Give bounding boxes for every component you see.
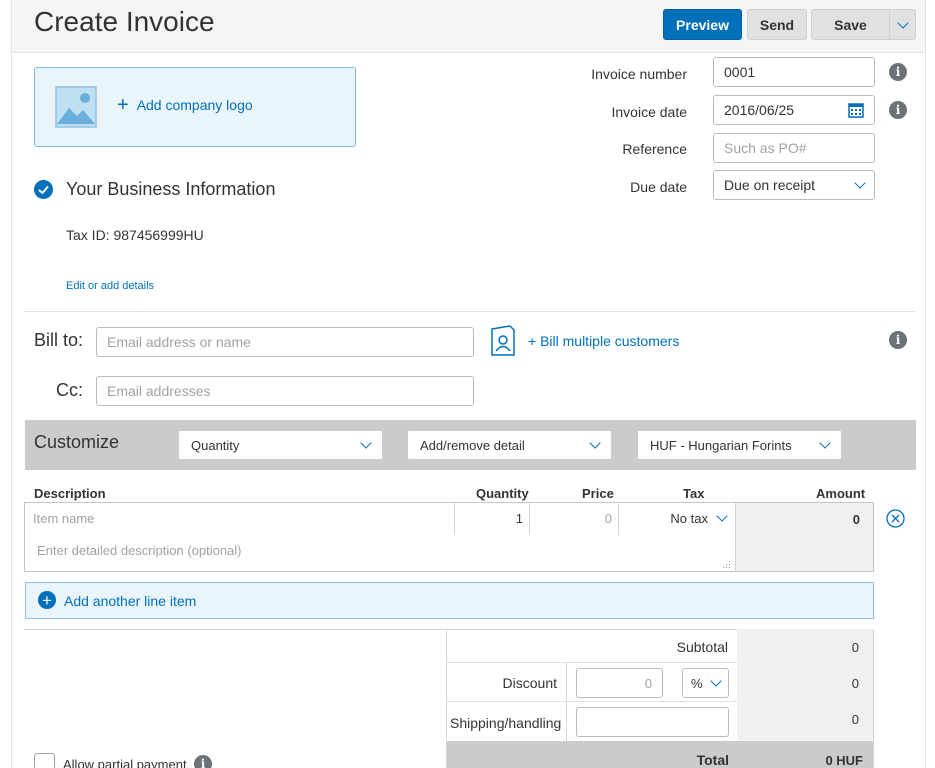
item-quantity-input[interactable]: 1 bbox=[455, 511, 523, 526]
chevron-down-icon bbox=[360, 437, 372, 449]
column-header-quantity: Quantity bbox=[476, 486, 529, 501]
contact-card-icon[interactable] bbox=[490, 325, 516, 357]
resize-handle-icon[interactable] bbox=[722, 560, 731, 569]
subtotal-label: Subtotal bbox=[676, 639, 728, 655]
add-line-item-label[interactable]: Add another line item bbox=[64, 593, 196, 609]
total-label: Total bbox=[696, 752, 729, 768]
customize-title: Customize bbox=[34, 432, 120, 452]
item-amount-value: 0 bbox=[852, 512, 860, 527]
item-name-input[interactable]: Item name bbox=[33, 511, 94, 526]
discount-value: 0 bbox=[851, 676, 859, 691]
cc-label: Cc: bbox=[56, 380, 83, 400]
bill-to-placeholder: Email address or name bbox=[107, 334, 251, 350]
discount-unit-value: % bbox=[691, 675, 703, 691]
reference-placeholder: Such as PO# bbox=[724, 140, 807, 156]
bill-multiple-link[interactable]: + Bill multiple customers bbox=[528, 333, 679, 349]
chevron-down-icon bbox=[589, 437, 601, 449]
currency-select[interactable]: HUF - Hungarian Forints bbox=[637, 430, 842, 460]
preview-button[interactable]: Preview bbox=[663, 9, 742, 40]
discount-placeholder: 0 bbox=[644, 675, 652, 691]
save-button[interactable]: Save bbox=[811, 9, 890, 40]
invoice-date-value: 2016/06/25 bbox=[724, 102, 795, 118]
item-price-input[interactable]: 0 bbox=[531, 511, 612, 526]
page-title: Create Invoice bbox=[34, 6, 215, 37]
cell-divider bbox=[618, 503, 619, 535]
plus-icon: + bbox=[117, 94, 129, 116]
cc-placeholder: Email addresses bbox=[107, 383, 211, 399]
row-divider bbox=[447, 662, 737, 663]
remove-item-icon[interactable] bbox=[886, 509, 905, 528]
cell-divider bbox=[529, 503, 530, 535]
invoice-number-input[interactable]: 0001 bbox=[713, 57, 875, 87]
due-date-label: Due date bbox=[630, 179, 687, 195]
invoice-date-label: Invoice date bbox=[611, 104, 688, 120]
save-options-button[interactable] bbox=[889, 9, 916, 40]
info-icon[interactable]: i bbox=[889, 331, 907, 349]
chevron-down-icon bbox=[819, 437, 831, 449]
due-date-select[interactable]: Due on receipt bbox=[713, 170, 875, 200]
detail-select[interactable]: Add/remove detail bbox=[407, 430, 612, 460]
shipping-label: Shipping/handling bbox=[450, 715, 562, 731]
tax-id-text: Tax ID: 987456999HU bbox=[66, 227, 204, 243]
info-icon[interactable]: i bbox=[194, 755, 212, 768]
checkmark-icon[interactable] bbox=[34, 180, 53, 199]
add-logo-link[interactable]: + Add company logo bbox=[117, 94, 253, 116]
chevron-down-icon bbox=[716, 510, 728, 522]
partial-payment-label: Allow partial payment bbox=[63, 757, 187, 768]
subtotal-value: 0 bbox=[851, 640, 859, 655]
column-header-description: Description bbox=[34, 486, 106, 501]
column-header-tax: Tax bbox=[683, 486, 705, 501]
cell-divider bbox=[566, 663, 567, 741]
calendar-icon[interactable] bbox=[848, 102, 864, 118]
reference-label: Reference bbox=[622, 141, 687, 157]
send-button[interactable]: Send bbox=[747, 9, 807, 40]
invoice-date-input[interactable]: 2016/06/25 bbox=[713, 95, 875, 125]
shipping-value: 0 bbox=[851, 712, 859, 727]
item-tax-value: No tax bbox=[670, 510, 708, 526]
total-value: 0 HUF bbox=[825, 753, 863, 768]
due-date-value: Due on receipt bbox=[724, 177, 816, 193]
detail-select-value: Add/remove detail bbox=[420, 437, 525, 453]
invoice-number-label: Invoice number bbox=[591, 66, 687, 82]
cc-input[interactable]: Email addresses bbox=[96, 376, 474, 406]
item-description-input[interactable]: Enter detailed description (optional) bbox=[37, 543, 242, 558]
invoice-number-value: 0001 bbox=[724, 64, 756, 80]
discount-unit-select[interactable]: % bbox=[682, 668, 729, 698]
chevron-down-icon bbox=[896, 16, 909, 29]
chevron-down-icon bbox=[710, 675, 722, 687]
currency-select-value: HUF - Hungarian Forints bbox=[650, 437, 792, 453]
add-logo-label: Add company logo bbox=[136, 97, 253, 113]
chevron-down-icon bbox=[854, 177, 866, 189]
info-icon[interactable]: i bbox=[889, 101, 907, 119]
bill-to-label: Bill to: bbox=[34, 330, 84, 350]
discount-input[interactable]: 0 bbox=[576, 668, 663, 698]
image-icon bbox=[55, 86, 97, 128]
item-tax-select[interactable]: No tax bbox=[620, 503, 734, 533]
discount-label: Discount bbox=[502, 675, 557, 691]
row-divider bbox=[447, 701, 737, 702]
plus-circle-icon: + bbox=[38, 591, 56, 609]
column-header-price: Price bbox=[582, 486, 614, 501]
quantity-select[interactable]: Quantity bbox=[178, 430, 383, 460]
reference-input[interactable]: Such as PO# bbox=[713, 133, 875, 163]
info-icon[interactable]: i bbox=[889, 63, 907, 81]
bill-to-input[interactable]: Email address or name bbox=[96, 327, 474, 357]
business-info-title: Your Business Information bbox=[66, 179, 276, 199]
section-divider bbox=[24, 311, 915, 312]
shipping-input[interactable] bbox=[576, 707, 729, 737]
column-header-amount: Amount bbox=[816, 486, 866, 501]
edit-details-link[interactable]: Edit or add details bbox=[66, 280, 154, 292]
partial-payment-checkbox[interactable] bbox=[34, 753, 55, 768]
quantity-select-value: Quantity bbox=[191, 437, 240, 453]
